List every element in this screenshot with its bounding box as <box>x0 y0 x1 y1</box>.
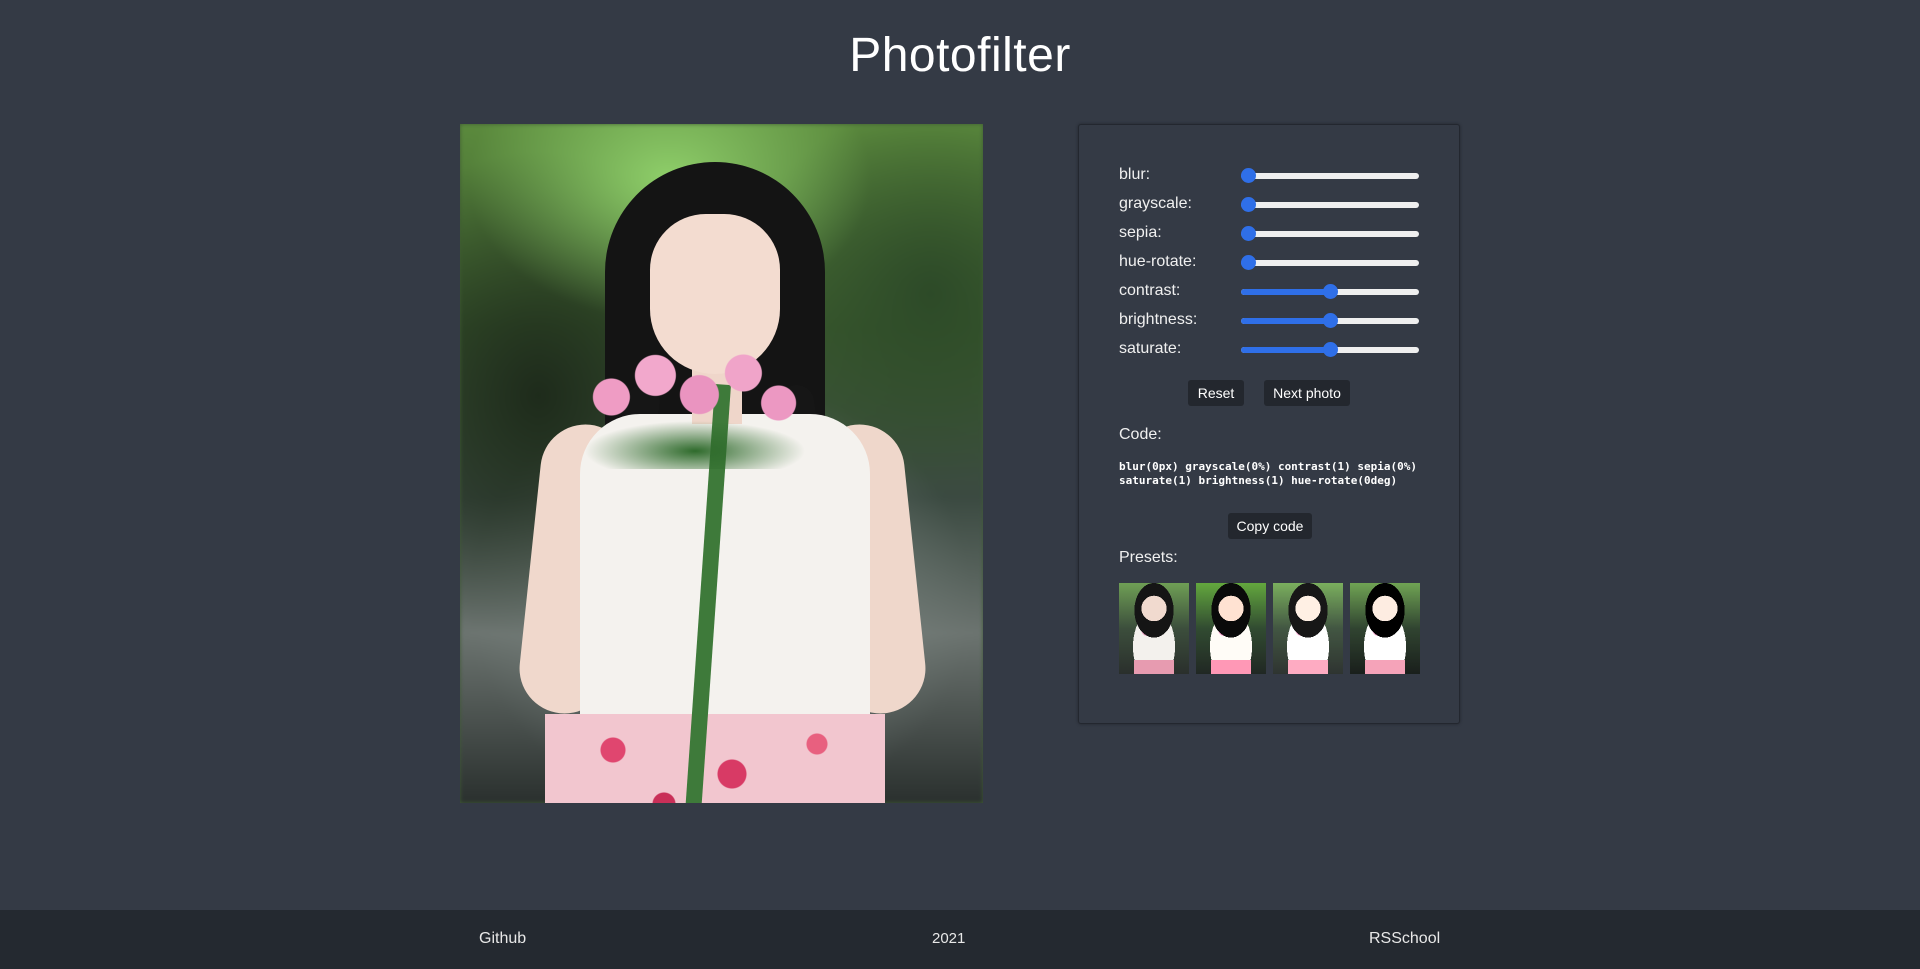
presets-label: Presets: <box>1119 549 1178 566</box>
hue-rotate-slider[interactable] <box>1241 255 1419 270</box>
grayscale-slider[interactable] <box>1241 197 1419 212</box>
copy-code-button[interactable]: Copy code <box>1228 513 1312 539</box>
page-title: Photofilter <box>849 29 1071 82</box>
slider-thumb[interactable] <box>1323 342 1338 357</box>
filter-label-saturate: saturate: <box>1119 340 1182 357</box>
filter-hue-rotate: hue-rotate: <box>1119 251 1419 273</box>
filter-contrast: contrast: <box>1119 280 1419 302</box>
next-photo-button[interactable]: Next photo <box>1264 380 1350 406</box>
sepia-slider[interactable] <box>1241 226 1419 241</box>
filter-grayscale: grayscale: <box>1119 193 1419 215</box>
contrast-slider[interactable] <box>1241 284 1419 299</box>
filter-panel: blur: grayscale: sepia: hue-rotate: cont… <box>1078 124 1460 724</box>
reset-button[interactable]: Reset <box>1188 380 1244 406</box>
brightness-slider[interactable] <box>1241 313 1419 328</box>
filter-saturate: saturate: <box>1119 338 1419 360</box>
filter-label-hue-rotate: hue-rotate: <box>1119 253 1197 270</box>
preset-thumbnail[interactable] <box>1119 583 1189 674</box>
github-link[interactable]: Github <box>479 930 526 948</box>
filter-label-blur: blur: <box>1119 166 1151 183</box>
blur-slider[interactable] <box>1241 168 1419 183</box>
slider-fill <box>1241 347 1330 353</box>
filter-code: blur(0px) grayscale(0%) contrast(1) sepi… <box>1119 460 1418 487</box>
slider-thumb[interactable] <box>1241 168 1257 183</box>
presets-list <box>1119 583 1421 674</box>
slider-fill <box>1241 289 1330 295</box>
preset-thumbnail[interactable] <box>1196 583 1266 674</box>
filter-blur: blur: <box>1119 164 1419 186</box>
slider-thumb[interactable] <box>1241 197 1257 212</box>
main-photo <box>460 124 983 803</box>
preset-thumbnail[interactable] <box>1350 583 1420 674</box>
filter-label-brightness: brightness: <box>1119 311 1198 328</box>
slider-fill <box>1241 318 1330 324</box>
footer: Github 2021 RSSchool <box>0 910 1920 969</box>
preset-thumbnail[interactable] <box>1273 583 1343 674</box>
slider-thumb[interactable] <box>1241 226 1257 241</box>
saturate-slider[interactable] <box>1241 342 1419 357</box>
footer-year: 2021 <box>932 930 966 947</box>
filter-label-sepia: sepia: <box>1119 224 1162 241</box>
filter-label-grayscale: grayscale: <box>1119 195 1192 212</box>
slider-thumb[interactable] <box>1241 255 1257 270</box>
filter-brightness: brightness: <box>1119 309 1419 331</box>
slider-thumb[interactable] <box>1323 284 1338 299</box>
slider-thumb[interactable] <box>1323 313 1338 328</box>
code-label: Code: <box>1119 426 1162 443</box>
rsschool-link[interactable]: RSSchool <box>1369 930 1440 948</box>
filter-label-contrast: contrast: <box>1119 282 1181 299</box>
filter-sepia: sepia: <box>1119 222 1419 244</box>
